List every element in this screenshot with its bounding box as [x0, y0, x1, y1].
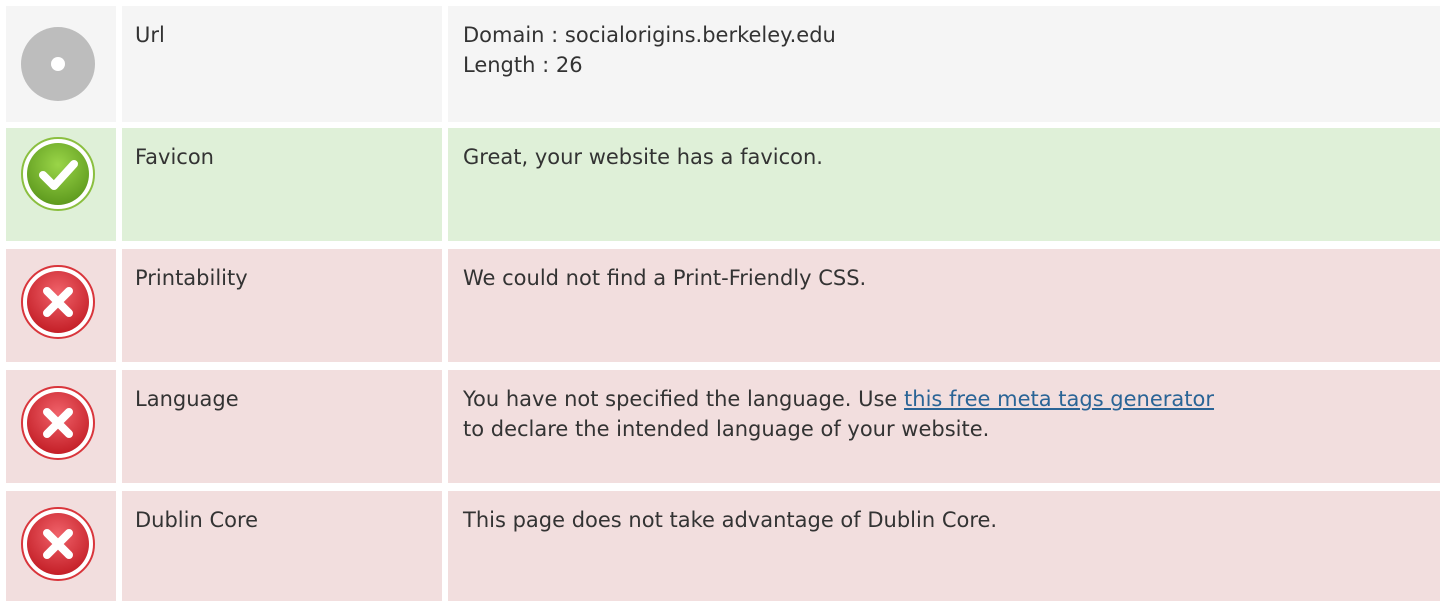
info-circle-icon — [21, 27, 95, 101]
audit-row-printability: Printability We could not find a Print-F… — [0, 249, 1446, 362]
x-circle-icon — [21, 507, 95, 581]
audit-row-favicon: Favicon Great, your website has a favico… — [0, 128, 1446, 241]
audit-row-language: Language You have not specified the lang… — [0, 370, 1446, 483]
status-cell — [6, 6, 116, 122]
status-cell — [6, 370, 116, 483]
row-label: Printability — [122, 249, 442, 362]
x-circle-icon — [21, 265, 95, 339]
status-cell — [6, 128, 116, 241]
status-cell — [6, 491, 116, 601]
row-label: Url — [122, 6, 442, 122]
audit-table: Url Domain : socialorigins.berkeley.edu … — [0, 0, 1446, 601]
row-value: Great, your website has a favicon. — [448, 128, 1440, 241]
language-text-before: You have not specified the language. Use — [463, 387, 905, 411]
row-value: This page does not take advantage of Dub… — [448, 491, 1440, 601]
status-cell — [6, 249, 116, 362]
row-value: We could not find a Print-Friendly CSS. — [448, 249, 1440, 362]
domain-text: Domain : socialorigins.berkeley.edu — [463, 23, 836, 47]
meta-tags-generator-link[interactable]: this free meta tags generator — [904, 387, 1214, 411]
row-value: Domain : socialorigins.berkeley.edu Leng… — [448, 6, 1440, 122]
check-circle-icon — [21, 137, 95, 211]
x-circle-icon — [21, 386, 95, 460]
language-text-after: to declare the intended language of your… — [463, 417, 990, 441]
row-value: You have not specified the language. Use… — [448, 370, 1440, 483]
row-label: Favicon — [122, 128, 442, 241]
audit-row-url: Url Domain : socialorigins.berkeley.edu … — [0, 6, 1446, 122]
row-label: Dublin Core — [122, 491, 442, 601]
row-label: Language — [122, 370, 442, 483]
length-text: Length : 26 — [463, 53, 583, 77]
audit-row-dublin-core: Dublin Core This page does not take adva… — [0, 491, 1446, 601]
